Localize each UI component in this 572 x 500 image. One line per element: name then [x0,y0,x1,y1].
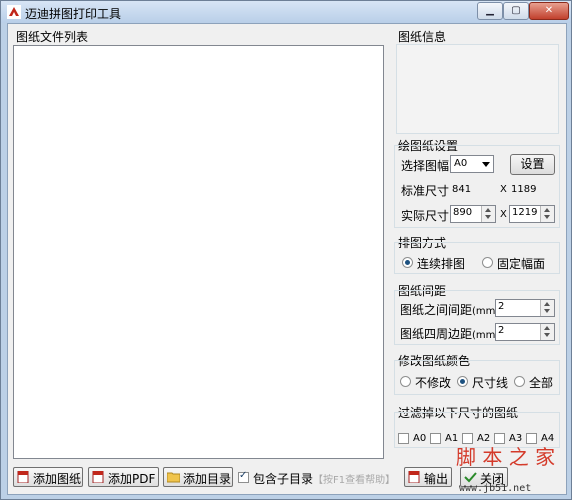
add-directory-button[interactable]: 添加目录 [163,467,233,487]
spin-up-icon[interactable] [485,208,491,212]
close-icon: ✕ [544,5,554,16]
border-value: 2 [498,325,505,336]
filter-a0-checkbox[interactable] [398,433,409,444]
output-label: 输出 [424,472,449,486]
actual-width-spinner[interactable]: 890 [450,205,496,223]
dropdown-arrow-icon [482,162,490,167]
help-hint: 【按F1查看帮助】 [313,475,396,486]
spin-up-icon[interactable] [544,208,550,212]
spin-down-icon[interactable] [544,309,550,313]
spin-up-icon[interactable] [544,326,550,330]
filter-a1-checkbox[interactable] [430,433,441,444]
info-label: 图纸信息 [398,30,447,44]
spin-up-icon[interactable] [544,302,550,306]
pdf-icon [17,471,29,483]
fixed-radio[interactable] [482,257,493,268]
set-button[interactable]: 设置 [510,154,555,175]
no-change-radio[interactable] [400,376,411,387]
title-bar[interactable]: 迈迪拼图打印工具 ▁ ▢ ✕ [1,1,571,23]
border-label-text: 图纸四周边距 [400,327,473,341]
file-list-label: 图纸文件列表 [16,30,89,44]
add-pdf-button[interactable]: 添加PDF [88,467,159,487]
border-label: 图纸四周边距(mm) [400,325,499,342]
no-change-label[interactable]: 不修改 [415,374,451,391]
watermark-logo: 脚 本 之 家 [456,445,556,469]
add-drawing-label: 添加图纸 [33,472,82,486]
between-spinner[interactable]: 2 [495,299,555,317]
add-drawing-button[interactable]: 添加图纸 [13,467,83,487]
border-spinner[interactable]: 2 [495,323,555,341]
maximize-button[interactable]: ▢ [503,2,529,20]
spin-down-icon[interactable] [544,333,550,337]
check-icon [464,472,477,483]
spin-down-icon[interactable] [544,215,550,219]
pdf-icon [92,471,104,483]
watermark-url: www.jb51.net [459,483,532,494]
folder-icon [167,472,180,483]
info-panel [396,44,559,134]
include-subdir-checkbox[interactable] [238,470,249,483]
app-icon [7,5,21,19]
spin-down-icon[interactable] [485,215,491,219]
filter-a0-label[interactable]: A0 [413,433,426,444]
close-window-button[interactable]: ✕ [529,2,569,20]
all-radio[interactable] [514,376,525,387]
maximize-icon: ▢ [511,5,521,16]
output-button[interactable]: 输出 [404,467,452,487]
standard-size-label: 标准尺寸 [401,184,450,198]
size-select-value: A0 [454,158,468,169]
between-value: 2 [498,301,505,312]
all-label[interactable]: 全部 [529,374,553,391]
minimize-button[interactable]: ▁ [477,2,503,20]
between-label: 图纸之间间距(mm) [400,301,499,318]
between-label-text: 图纸之间间距 [400,303,473,317]
fixed-label[interactable]: 固定幅面 [497,255,545,272]
printer-icon [408,471,420,483]
add-directory-label: 添加目录 [183,472,232,486]
dimension-line-radio[interactable] [457,376,468,387]
add-pdf-label: 添加PDF [108,472,156,486]
continuous-radio[interactable] [402,257,413,268]
window-title: 迈迪拼图打印工具 [25,7,122,21]
standard-height: 1189 [511,184,537,195]
actual-height-value: 1219 [512,207,538,218]
standard-x: X [500,184,507,195]
actual-x: X [500,209,507,220]
size-select[interactable]: A0 [450,155,494,173]
select-size-label: 选择图幅 [401,159,450,173]
standard-width: 841 [452,184,472,195]
actual-width-value: 890 [453,207,473,218]
minimize-icon: ▁ [486,5,494,16]
main-window: 迈迪拼图打印工具 ▁ ▢ ✕ 图纸文件列表 图纸信息 绘图纸设置 选择图幅 A0… [0,0,572,500]
actual-height-spinner[interactable]: 1219 [509,205,555,223]
actual-size-label: 实际尺寸 [401,209,450,223]
continuous-label[interactable]: 连续排图 [417,255,465,272]
client-area: 图纸文件列表 图纸信息 绘图纸设置 选择图幅 A0 设置 标准尺寸 841 X … [7,23,567,495]
dimension-line-label[interactable]: 尺寸线 [472,374,508,391]
file-list-box[interactable] [13,45,384,459]
include-subdir-label[interactable]: 包含子目录 [253,470,313,487]
